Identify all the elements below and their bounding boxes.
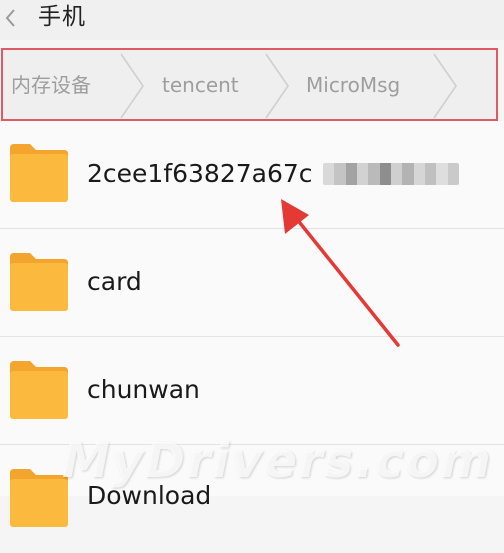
file-name: chunwan (87, 375, 200, 404)
page-title: 手机 (38, 4, 86, 30)
breadcrumb-separator-icon (120, 53, 144, 119)
breadcrumb: 内存设备 tencent MicroMsg (1, 48, 498, 121)
breadcrumb-item-tencent[interactable]: tencent (162, 72, 239, 98)
breadcrumb-separator-icon (433, 53, 457, 119)
list-item[interactable]: 2cee1f63827a67c (0, 121, 504, 229)
watermark: MyDrivers.com (62, 433, 493, 489)
file-name: 2cee1f63827a67c (87, 159, 313, 188)
breadcrumb-item-storage[interactable]: 内存设备 (11, 72, 91, 98)
back-arrow-icon[interactable] (2, 6, 22, 30)
folder-icon (10, 469, 68, 527)
app-header: 手机 (0, 0, 504, 40)
folder-icon (10, 253, 68, 311)
folder-icon (10, 144, 68, 202)
list-item[interactable]: chunwan (0, 337, 504, 445)
redacted-text-blur (323, 163, 459, 185)
file-name: card (87, 267, 142, 296)
list-item[interactable]: card (0, 229, 504, 337)
folder-icon (10, 361, 68, 419)
breadcrumb-separator-icon (265, 53, 289, 119)
breadcrumb-item-micromsg[interactable]: MicroMsg (306, 72, 400, 98)
